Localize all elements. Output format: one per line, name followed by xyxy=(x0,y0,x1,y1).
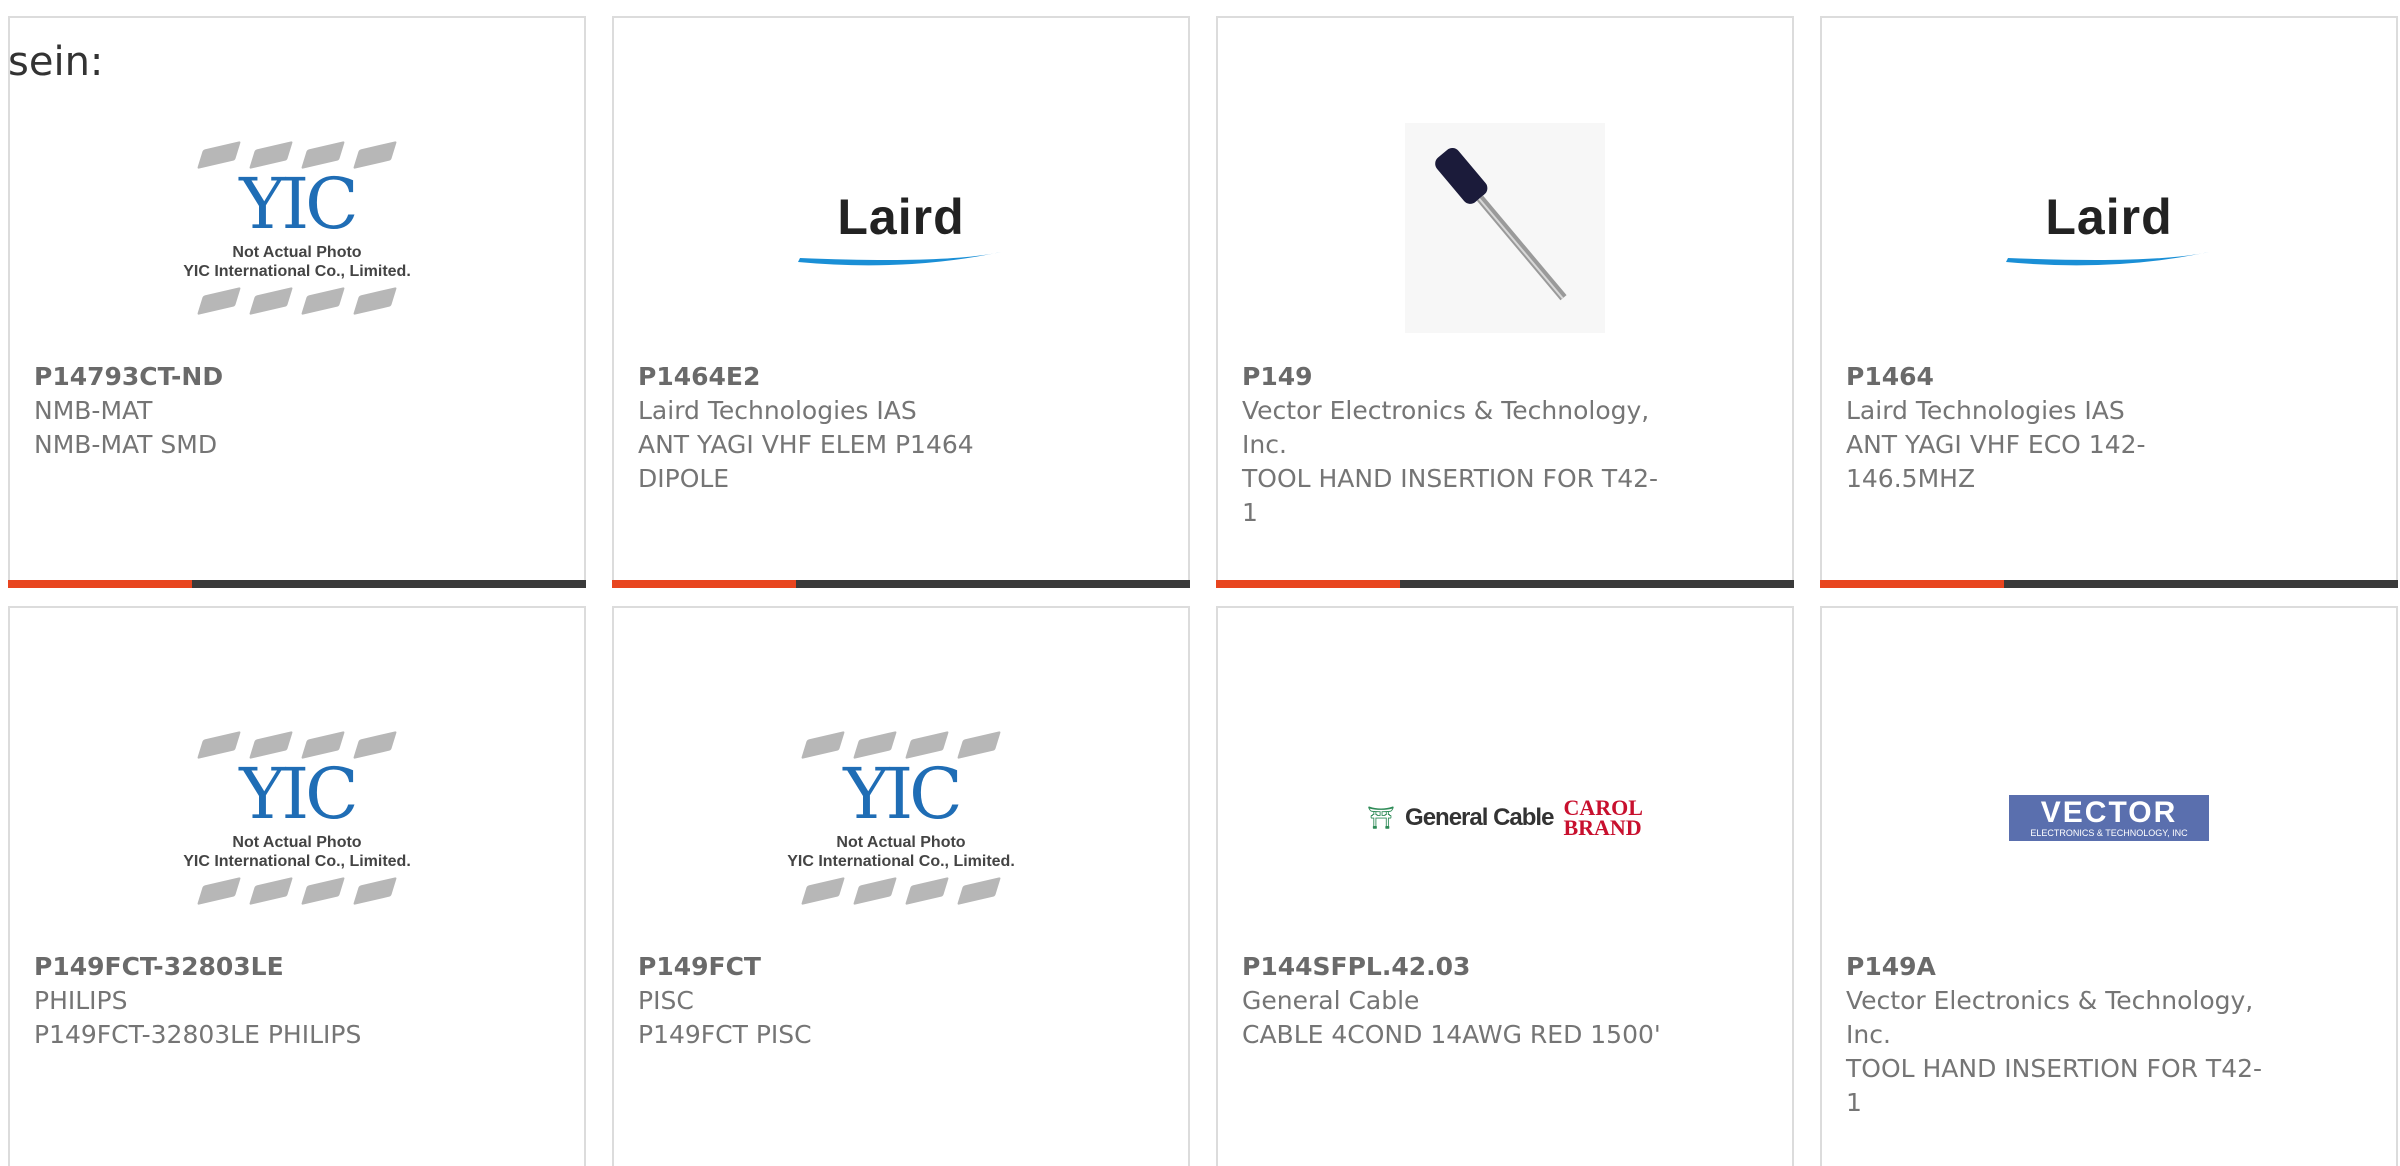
description: ANT YAGI VHF ECO 142-146.5MHZ xyxy=(1846,430,2146,493)
card-bottom-bar xyxy=(8,580,586,588)
manufacturer: NMB-MAT xyxy=(34,396,153,425)
page-label: sein: xyxy=(8,39,104,85)
part-number-link[interactable]: P1464E2 xyxy=(638,360,1058,394)
manufacturer: Laird Technologies IAS xyxy=(638,396,917,425)
part-number-link[interactable]: P149A xyxy=(1846,950,2266,984)
general-cable-logo: ⛩ General Cable CAROL BRAND xyxy=(1367,795,1643,840)
product-image[interactable]: ⛩ General Cable CAROL BRAND xyxy=(1218,683,1792,953)
product-card[interactable]: YIC Not Actual Photo YIC International C… xyxy=(612,606,1190,1166)
product-image[interactable]: YIC Not Actual Photo YIC International C… xyxy=(10,93,584,363)
yic-logo: YIC xyxy=(843,753,962,835)
manufacturer: Vector Electronics & Technology, Inc. xyxy=(1242,396,1650,459)
yic-placeholder-image: YIC Not Actual Photo YIC International C… xyxy=(787,730,1015,906)
part-number-link[interactable]: P14793CT-ND xyxy=(34,360,454,394)
card-bottom-bar xyxy=(612,580,1190,588)
part-number-link[interactable]: P149FCT xyxy=(638,950,1058,984)
vector-logo: VECTOR ELECTRONICS & TECHNOLOGY, INC xyxy=(2009,795,2209,841)
insertion-tool-photo xyxy=(1405,123,1605,333)
product-card[interactable]: YIC Not Actual Photo YIC International C… xyxy=(8,16,586,588)
manufacturer: General Cable xyxy=(1242,986,1420,1015)
product-image[interactable] xyxy=(1218,93,1792,363)
description: P149FCT-32803LE PHILIPS xyxy=(34,1020,362,1049)
description: ANT YAGI VHF ELEM P1464 DIPOLE xyxy=(638,430,974,493)
product-card[interactable]: P149 Vector Electronics & Technology, In… xyxy=(1216,16,1794,588)
manufacturer: Vector Electronics & Technology, Inc. xyxy=(1846,986,2254,1049)
yic-logo: YIC xyxy=(239,753,358,835)
product-image[interactable]: YIC Not Actual Photo YIC International C… xyxy=(10,683,584,953)
product-card[interactable]: Laird P1464E2 Laird Technologies IAS ANT… xyxy=(612,16,1190,588)
description: TOOL HAND INSERTION FOR T42-1 xyxy=(1846,1054,2263,1117)
product-image[interactable]: Laird xyxy=(1822,93,2396,363)
laird-logo: Laird xyxy=(796,188,1006,268)
yic-logo: YIC xyxy=(239,163,358,245)
laird-logo: Laird xyxy=(2004,188,2214,268)
manufacturer: Laird Technologies IAS xyxy=(1846,396,2125,425)
product-image[interactable]: VECTOR ELECTRONICS & TECHNOLOGY, INC xyxy=(1822,683,2396,953)
yic-placeholder-image: YIC Not Actual Photo YIC International C… xyxy=(183,140,411,316)
shield-icon: ⛩ xyxy=(1367,805,1396,831)
card-bottom-bar xyxy=(1820,580,2398,588)
part-number-link[interactable]: P1464 xyxy=(1846,360,2266,394)
product-card[interactable]: Laird P1464 Laird Technologies IAS ANT Y… xyxy=(1820,16,2398,588)
card-bottom-bar xyxy=(1216,580,1794,588)
product-card[interactable]: ⛩ General Cable CAROL BRAND P144SFPL.42.0… xyxy=(1216,606,1794,1166)
product-card[interactable]: YIC Not Actual Photo YIC International C… xyxy=(8,606,586,1166)
manufacturer: PHILIPS xyxy=(34,986,128,1015)
description: TOOL HAND INSERTION FOR T42-1 xyxy=(1242,464,1659,527)
product-image[interactable]: YIC Not Actual Photo YIC International C… xyxy=(614,683,1188,953)
description: NMB-MAT SMD xyxy=(34,430,218,459)
part-number-link[interactable]: P149FCT-32803LE xyxy=(34,950,454,984)
description: CABLE 4COND 14AWG RED 1500' xyxy=(1242,1020,1661,1049)
part-number-link[interactable]: P144SFPL.42.03 xyxy=(1242,950,1662,984)
yic-placeholder-image: YIC Not Actual Photo YIC International C… xyxy=(183,730,411,906)
product-image[interactable]: Laird xyxy=(614,93,1188,363)
part-number-link[interactable]: P149 xyxy=(1242,360,1662,394)
manufacturer: PISC xyxy=(638,986,694,1015)
description: P149FCT PISC xyxy=(638,1020,812,1049)
product-card[interactable]: VECTOR ELECTRONICS & TECHNOLOGY, INC P14… xyxy=(1820,606,2398,1166)
